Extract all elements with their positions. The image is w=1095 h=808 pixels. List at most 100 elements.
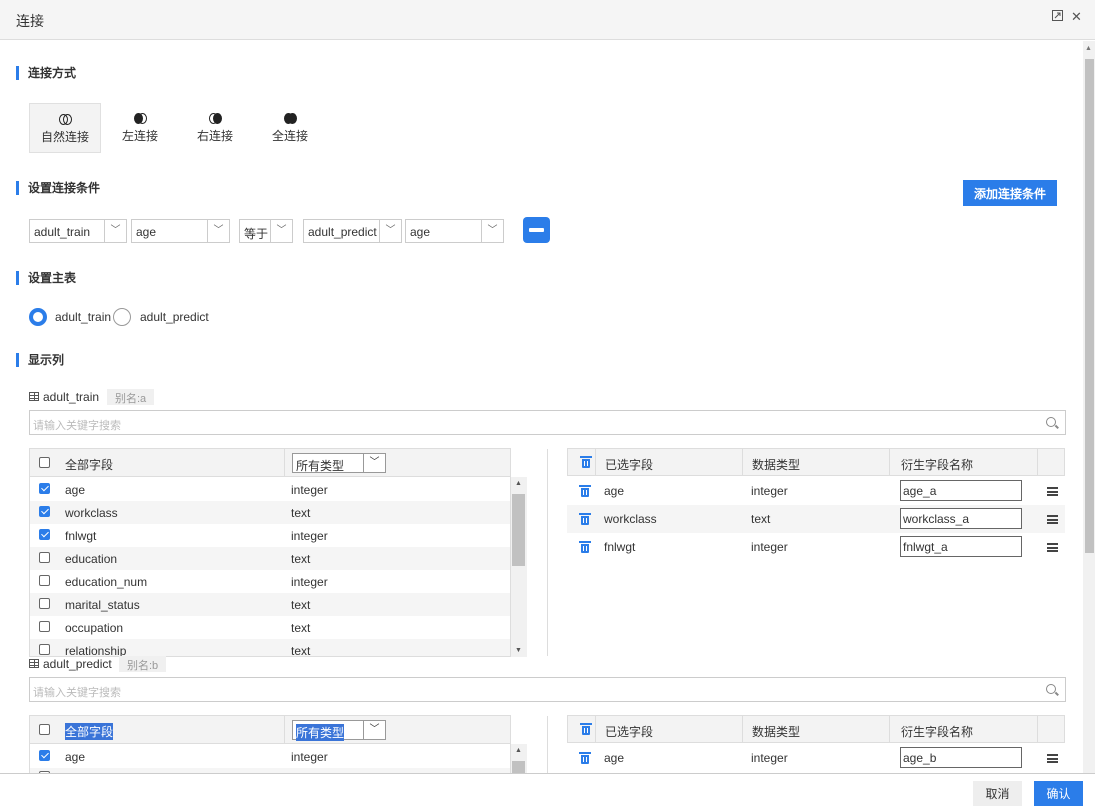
dialog-title: 连接 [16, 13, 44, 29]
remove-condition-button[interactable] [523, 217, 550, 243]
radio-adult-train[interactable] [29, 308, 47, 326]
selected-fields-panel-b: 已选字段 数据类型 衍生字段名称 age integer [567, 715, 1065, 773]
field-checkbox[interactable] [39, 552, 50, 563]
drag-handle-icon[interactable] [1047, 543, 1058, 552]
field-row[interactable]: age integer [30, 478, 510, 501]
trash-all-icon[interactable] [580, 723, 592, 735]
field-checkbox[interactable] [39, 506, 50, 517]
table-icon [29, 659, 39, 668]
trash-icon[interactable] [579, 752, 591, 764]
selected-field-type: integer [751, 751, 788, 765]
trash-all-icon[interactable] [580, 456, 592, 468]
confirm-button[interactable]: 确认 [1034, 781, 1083, 806]
selected-field-name: age [604, 751, 625, 765]
dialog-scrollbar[interactable]: ▲ [1083, 41, 1095, 773]
chevron-down-icon: ﹀ [379, 220, 401, 242]
trash-icon[interactable] [579, 513, 591, 525]
field-checkbox[interactable] [39, 750, 50, 761]
radio-label-adult-predict: adult_predict [140, 310, 209, 324]
field-row[interactable]: education_num integer [30, 570, 510, 593]
derived-name-input[interactable] [900, 536, 1022, 557]
all-fields-label: 全部字段 [65, 458, 114, 472]
selected-row: age integer [567, 744, 1065, 772]
field-type: text [291, 644, 311, 657]
scroll-up-icon[interactable]: ▲ [515, 480, 522, 487]
type-filter-select[interactable]: 所有类型 ﹀ [292, 453, 386, 473]
select-all-checkbox[interactable] [39, 457, 50, 468]
radio-label-adult-train: adult_train [55, 310, 112, 324]
field-type: text [291, 506, 311, 520]
select-value: age [410, 225, 431, 239]
venn-full-icon [283, 113, 297, 124]
drag-handle-icon[interactable] [1047, 754, 1058, 763]
fields-scrollbar-b[interactable]: ▲ [511, 744, 527, 773]
join-option-full[interactable]: 全连接 [254, 103, 326, 153]
scroll-thumb[interactable] [512, 494, 525, 566]
radio-adult-predict[interactable] [113, 308, 131, 326]
drag-handle-icon[interactable] [1047, 515, 1058, 524]
field-row[interactable]: education text [30, 547, 510, 570]
venn-left-icon [133, 113, 147, 124]
left-field-select[interactable]: age ﹀ [131, 219, 230, 243]
search-icon[interactable] [1046, 417, 1056, 427]
type-filter-select[interactable]: 所有类型 ﹀ [292, 720, 386, 741]
operator-select[interactable]: 等于 ﹀ [239, 219, 293, 243]
join-option-right[interactable]: 右连接 [179, 103, 251, 153]
all-fields-header: 全部字段 所有类型 ﹀ [30, 716, 510, 744]
field-checkbox[interactable] [39, 529, 50, 540]
scroll-thumb[interactable] [512, 761, 525, 773]
field-checkbox[interactable] [39, 598, 50, 609]
field-row[interactable]: age integer [30, 745, 510, 768]
dialog-content: 连接方式 自然连接 左连接 右连接 全连接 设置连接条件 添加连接条件 adul… [0, 41, 1083, 773]
select-all-checkbox[interactable] [39, 724, 50, 735]
field-checkbox[interactable] [39, 483, 50, 494]
trash-icon[interactable] [579, 485, 591, 497]
alias-badge-b: 别名:b [119, 656, 167, 672]
add-join-condition-button[interactable]: 添加连接条件 [963, 180, 1057, 206]
join-option-left[interactable]: 左连接 [104, 103, 176, 153]
section-join-condition: 设置连接条件 [16, 181, 100, 195]
field-row[interactable]: relationship text [30, 639, 510, 657]
section-display-columns: 显示列 [16, 353, 64, 367]
close-icon[interactable]: ✕ [1071, 9, 1082, 25]
right-table-select[interactable]: adult_predict ﹀ [303, 219, 402, 243]
field-type: integer [291, 750, 328, 764]
select-value: adult_train [34, 225, 91, 239]
alias-badge-a: 别名:a [107, 389, 155, 405]
fields-scrollbar-a[interactable]: ▲ ▼ [511, 477, 527, 657]
scroll-up-icon[interactable]: ▲ [515, 747, 522, 754]
field-name: education_num [65, 575, 148, 589]
field-row[interactable]: fnlwgt integer [30, 524, 510, 547]
drag-handle-icon[interactable] [1047, 487, 1058, 496]
select-value: age [136, 225, 157, 239]
field-row[interactable]: workclass text [30, 501, 510, 524]
table-name-a: adult_train [43, 390, 100, 404]
field-checkbox[interactable] [39, 575, 50, 586]
scroll-down-icon[interactable]: ▼ [515, 647, 522, 654]
table-icon [29, 392, 39, 401]
restore-icon[interactable] [1052, 9, 1063, 24]
scroll-up-icon[interactable]: ▲ [1085, 45, 1092, 52]
search-icon[interactable] [1046, 684, 1056, 694]
scroll-thumb[interactable] [1085, 59, 1094, 553]
derived-name-input[interactable] [900, 747, 1022, 768]
field-type: integer [291, 529, 328, 543]
trash-icon[interactable] [579, 541, 591, 553]
field-checkbox[interactable] [39, 644, 50, 655]
search-placeholder: 请输入关键字搜索 [33, 420, 121, 432]
field-type: text [291, 598, 311, 612]
section-join-method: 连接方式 [16, 66, 76, 80]
search-input-a[interactable]: 请输入关键字搜索 [29, 410, 1066, 435]
selected-field-name: fnlwgt [604, 540, 636, 554]
cancel-button[interactable]: 取消 [973, 781, 1022, 806]
join-option-label: 自然连接 [40, 130, 89, 144]
right-field-select[interactable]: age ﹀ [405, 219, 504, 243]
search-input-b[interactable]: 请输入关键字搜索 [29, 677, 1066, 702]
field-row[interactable]: marital_status text [30, 593, 510, 616]
derived-name-input[interactable] [900, 480, 1022, 501]
field-row[interactable]: occupation text [30, 616, 510, 639]
derived-name-input[interactable] [900, 508, 1022, 529]
field-checkbox[interactable] [39, 621, 50, 632]
join-option-natural[interactable]: 自然连接 [29, 103, 101, 153]
left-table-select[interactable]: adult_train ﹀ [29, 219, 127, 243]
